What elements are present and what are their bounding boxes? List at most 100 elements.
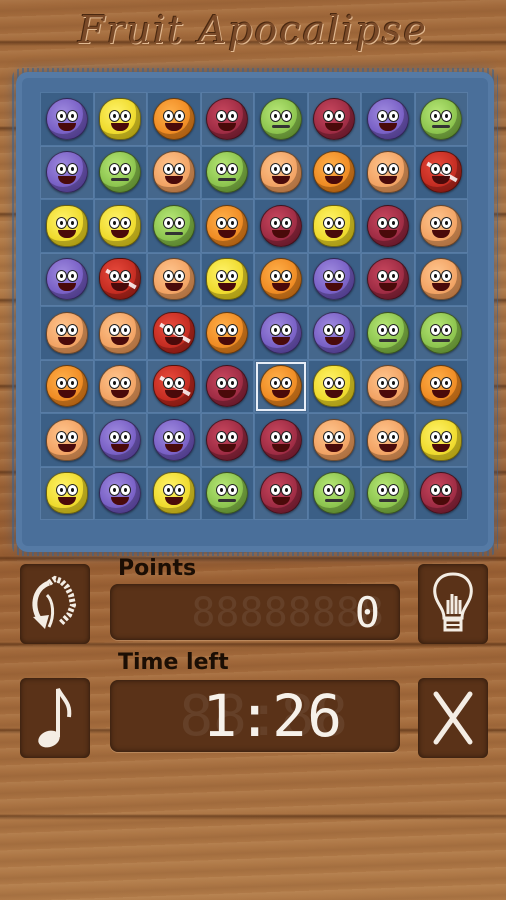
board-cell[interactable] <box>93 306 147 360</box>
board-cell[interactable] <box>361 306 415 360</box>
board-cell[interactable] <box>200 252 254 306</box>
pomegranate-icon <box>259 472 302 515</box>
board-cell[interactable] <box>40 145 94 199</box>
board-cell[interactable] <box>254 359 308 413</box>
board-cell[interactable] <box>414 466 468 520</box>
board-cell[interactable] <box>361 92 415 146</box>
game-board[interactable] <box>40 92 468 520</box>
grape-icon <box>45 151 88 194</box>
board-cell[interactable] <box>307 145 361 199</box>
shuffle-button[interactable] <box>20 564 90 644</box>
board-cell[interactable] <box>200 413 254 467</box>
board-cell[interactable] <box>93 466 147 520</box>
quit-button[interactable] <box>418 678 488 758</box>
board-cell[interactable] <box>414 413 468 467</box>
board-cell[interactable] <box>414 92 468 146</box>
close-x-icon <box>433 691 473 745</box>
board-cell[interactable] <box>147 92 201 146</box>
board-cell[interactable] <box>254 252 308 306</box>
board-cell[interactable] <box>40 359 94 413</box>
peach-icon <box>366 418 409 461</box>
board-cell[interactable] <box>147 145 201 199</box>
board-cell[interactable] <box>361 199 415 253</box>
hint-button[interactable] <box>418 564 488 644</box>
lemon-icon <box>99 204 142 247</box>
pomegranate-icon <box>313 97 356 140</box>
board-cell[interactable] <box>40 252 94 306</box>
orange-icon <box>206 204 249 247</box>
peach-icon <box>366 365 409 408</box>
peach-icon <box>420 204 463 247</box>
board-cell[interactable] <box>93 413 147 467</box>
board-cell[interactable] <box>361 252 415 306</box>
points-value: 0 <box>354 588 380 637</box>
orange-icon <box>259 258 302 301</box>
board-cell[interactable] <box>254 92 308 146</box>
board-cell[interactable] <box>200 466 254 520</box>
board-cell[interactable] <box>147 466 201 520</box>
grape-icon <box>152 418 195 461</box>
orange-icon <box>206 311 249 354</box>
board-cell[interactable] <box>254 145 308 199</box>
board-cell[interactable] <box>93 252 147 306</box>
board-cell[interactable] <box>93 359 147 413</box>
board-cell[interactable] <box>307 199 361 253</box>
board-cell[interactable] <box>200 306 254 360</box>
board-cell[interactable] <box>307 252 361 306</box>
board-cell[interactable] <box>147 252 201 306</box>
board-cell[interactable] <box>414 145 468 199</box>
board-cell[interactable] <box>307 306 361 360</box>
grape-icon <box>99 418 142 461</box>
board-cell[interactable] <box>414 306 468 360</box>
board-cell[interactable] <box>200 199 254 253</box>
orange-icon <box>420 365 463 408</box>
board-cell[interactable] <box>147 413 201 467</box>
board-cell[interactable] <box>93 92 147 146</box>
grape-icon <box>45 97 88 140</box>
board-cell[interactable] <box>307 466 361 520</box>
board-cell[interactable] <box>40 92 94 146</box>
board-cell[interactable] <box>361 359 415 413</box>
board-cell[interactable] <box>147 359 201 413</box>
board-cell[interactable] <box>40 466 94 520</box>
peach-icon <box>152 258 195 301</box>
board-cell[interactable] <box>361 145 415 199</box>
board-cell[interactable] <box>307 92 361 146</box>
orange-icon <box>259 365 302 408</box>
board-cell[interactable] <box>414 252 468 306</box>
kiwi-icon <box>259 97 302 140</box>
board-cell[interactable] <box>40 306 94 360</box>
board-cell[interactable] <box>254 306 308 360</box>
grape-icon <box>45 258 88 301</box>
board-cell[interactable] <box>200 92 254 146</box>
kiwi-icon <box>99 151 142 194</box>
board-cell[interactable] <box>361 413 415 467</box>
pomegranate-icon <box>206 418 249 461</box>
board-cell[interactable] <box>254 199 308 253</box>
board-cell[interactable] <box>93 145 147 199</box>
lemon-icon <box>313 365 356 408</box>
board-cell[interactable] <box>307 359 361 413</box>
shuffle-hand-icon <box>32 575 77 629</box>
board-cell[interactable] <box>414 359 468 413</box>
board-cell[interactable] <box>147 306 201 360</box>
board-cell[interactable] <box>254 413 308 467</box>
kiwi-icon <box>420 97 463 140</box>
board-cell[interactable] <box>40 199 94 253</box>
grape-icon <box>99 472 142 515</box>
timer-display: 88:88 1:26 <box>110 680 400 752</box>
board-cell[interactable] <box>200 145 254 199</box>
board-cell[interactable] <box>40 413 94 467</box>
pomegranate-icon <box>366 258 409 301</box>
board-cell[interactable] <box>361 466 415 520</box>
board-cell[interactable] <box>200 359 254 413</box>
board-cell[interactable] <box>254 466 308 520</box>
board-cell[interactable] <box>93 199 147 253</box>
grape-icon <box>366 97 409 140</box>
music-button[interactable] <box>20 678 90 758</box>
points-label: Points <box>118 556 197 581</box>
board-cell[interactable] <box>307 413 361 467</box>
board-cell[interactable] <box>414 199 468 253</box>
peach-icon <box>45 418 88 461</box>
board-cell[interactable] <box>147 199 201 253</box>
